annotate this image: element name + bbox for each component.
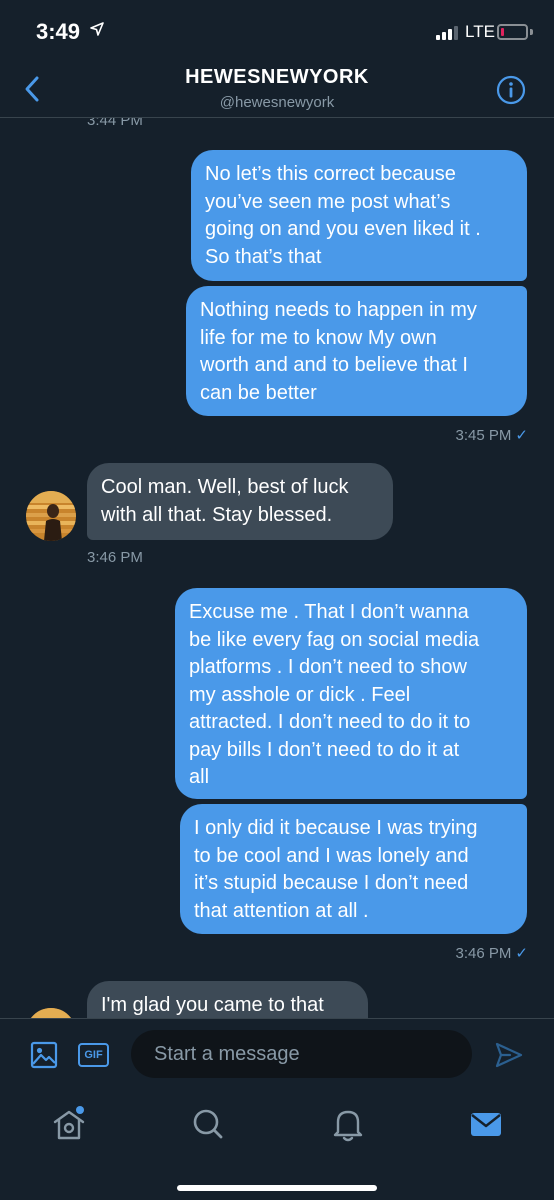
message-text-line: So that’s that <box>205 245 322 268</box>
timestamp-text: 3:46 PM <box>455 945 512 962</box>
message-text-line: you’ve seen me post what’s <box>205 190 451 213</box>
message-text-line: can be better <box>200 381 317 404</box>
message-text-line: with all that. Stay blessed. <box>101 503 333 526</box>
message-text-line: it’s stupid because I don’t need <box>194 872 469 894</box>
incoming-message-bubble[interactable]: I'm glad you came to that <box>87 981 368 1018</box>
home-indicator <box>177 1185 377 1191</box>
status-bar: 3:49 LTE <box>0 0 554 62</box>
outgoing-message-bubble[interactable]: Excuse me . That I don’t wanna be like e… <box>175 588 527 799</box>
timestamp-text: 3:45 PM <box>455 427 512 444</box>
conversation-handle[interactable]: @hewesnewyork <box>0 94 554 111</box>
message-text-line: Excuse me . That I don’t wanna <box>189 601 469 623</box>
message-text-line: be like every fag on social media <box>189 628 480 651</box>
outgoing-message-bubble[interactable]: Nothing needs to happen in my life for m… <box>186 286 527 416</box>
messages-icon[interactable] <box>466 1104 506 1144</box>
notification-dot <box>76 1106 84 1114</box>
read-receipt-icon: ✓ <box>515 945 528 962</box>
status-time: 3:49 <box>36 19 81 44</box>
image-icon[interactable] <box>30 1041 58 1069</box>
outgoing-message-bubble[interactable]: I only did it because I was trying to be… <box>180 804 527 934</box>
message-text-line: Cool man. Well, best of luck <box>101 476 349 498</box>
message-text-line: to be cool and I was lonely and <box>194 844 469 867</box>
read-receipt-icon: ✓ <box>515 427 528 444</box>
conversation-header: HEWESNEWYORK @hewesnewyork <box>0 62 554 118</box>
location-arrow-icon <box>90 22 104 36</box>
info-icon[interactable] <box>496 75 526 105</box>
message-text-line: I'm glad you came to that <box>101 994 324 1016</box>
message-text-line: my asshole or dick . Feel <box>189 683 411 706</box>
message-text-line: that attention at all . <box>194 899 369 922</box>
message-timestamp: 3:46 PM ✓ <box>456 944 528 962</box>
tab-bar <box>0 1090 554 1200</box>
avatar[interactable] <box>26 491 76 541</box>
message-composer: GIF <box>0 1018 554 1090</box>
message-text-line: attracted. I don’t need to do it to <box>189 711 471 733</box>
notifications-icon[interactable] <box>328 1104 368 1144</box>
battery-level <box>501 28 504 36</box>
incoming-message-bubble[interactable]: Cool man. Well, best of luck with all th… <box>87 463 393 540</box>
avatar[interactable] <box>26 1008 76 1018</box>
message-text-line: worth and and to believe that I <box>200 354 468 376</box>
send-icon[interactable] <box>494 1040 524 1070</box>
conversation-thread[interactable]: 3:44 PM No let’s this correct because yo… <box>0 118 554 1018</box>
avatar-photo <box>26 491 76 541</box>
message-text-line: life for me to know My own <box>200 326 437 349</box>
battery-icon <box>497 24 528 40</box>
message-text-line: Nothing needs to happen in my <box>200 299 477 321</box>
message-text-line: pay bills I don’t need to do it at <box>189 738 460 761</box>
message-input[interactable] <box>131 1030 472 1078</box>
message-text-line: all <box>189 766 210 788</box>
battery-nub <box>530 29 533 35</box>
message-text-line: going on and you even liked it . <box>205 218 481 240</box>
conversation-title[interactable]: HEWESNEWYORK <box>0 66 554 89</box>
search-icon[interactable] <box>188 1104 228 1144</box>
network-type: LTE <box>465 22 495 41</box>
message-text-line: I only did it because I was trying <box>194 817 478 839</box>
home-icon[interactable] <box>49 1104 89 1144</box>
message-timestamp: 3:44 PM <box>87 118 143 129</box>
outgoing-message-bubble[interactable]: No let’s this correct because you’ve see… <box>191 150 527 281</box>
avatar-photo <box>26 1008 76 1018</box>
message-text-line: platforms . I don’t need to show <box>189 656 467 678</box>
message-timestamp: 3:45 PM ✓ <box>456 426 528 444</box>
gif-button[interactable]: GIF <box>78 1043 109 1067</box>
signal-strength-icon <box>436 26 458 40</box>
message-text-line: No let’s this correct because <box>205 163 456 185</box>
message-timestamp: 3:46 PM <box>87 549 143 566</box>
